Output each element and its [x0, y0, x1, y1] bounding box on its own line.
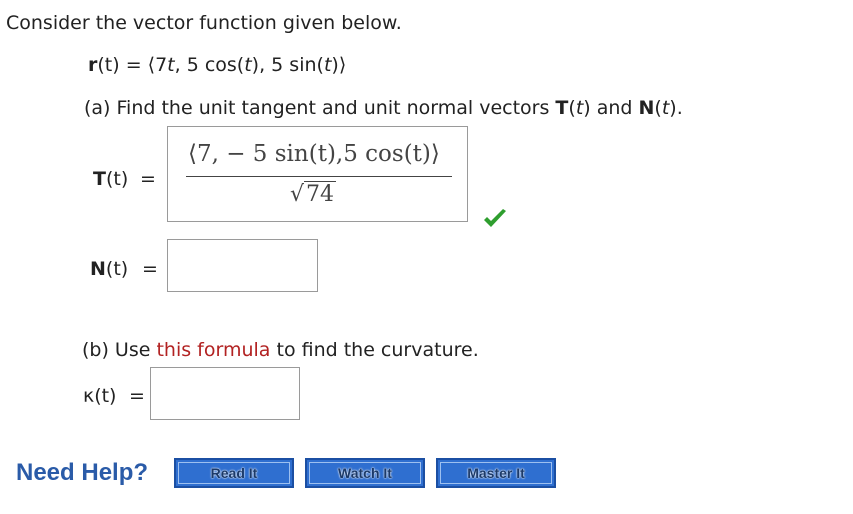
open-bracket: ⟨	[147, 54, 156, 76]
read-it-label: Read It	[178, 462, 290, 484]
sqrt-symbol: √	[290, 182, 305, 207]
kappa-answer-field[interactable]	[150, 367, 300, 420]
intro-text: Consider the vector function given below…	[6, 12, 402, 34]
part-b-text: (b) Use	[82, 339, 157, 361]
r-arg: (t) =	[97, 54, 148, 76]
component-2: , 5 cos(	[174, 54, 245, 76]
need-help-title: Need Help?	[16, 459, 149, 486]
master-it-label: Master It	[440, 462, 552, 484]
denominator-value: 74	[304, 181, 337, 207]
N-label-arg: (t)	[105, 258, 129, 280]
r-symbol: r	[88, 54, 98, 76]
var-t: t	[167, 54, 175, 76]
part-a-and: ) and	[583, 97, 639, 119]
N-label-symbol: N	[90, 258, 106, 280]
part-a-text: (a) Find the unit tangent and unit norma…	[84, 97, 556, 119]
paren: (	[654, 97, 662, 119]
var-t: t	[244, 54, 252, 76]
function-definition: r(t) = ⟨7t, 5 cos(t), 5 sin(t)⟩	[88, 54, 346, 76]
T-label: T(t)	[93, 168, 128, 190]
N-equals: =	[142, 258, 158, 280]
T-label-arg: (t)	[105, 168, 129, 190]
formula-link[interactable]: this formula	[156, 339, 270, 361]
kappa-equals: =	[129, 385, 145, 407]
master-it-button[interactable]: Master It	[436, 458, 556, 488]
watch-it-button[interactable]: Watch It	[305, 458, 425, 488]
T-denominator: √74	[290, 181, 337, 207]
close-bracket: ⟩	[338, 54, 347, 76]
component-1: 7	[155, 54, 168, 76]
part-b-text-end: to find the curvature.	[270, 339, 479, 361]
paren: (	[568, 97, 576, 119]
T-label-symbol: T	[93, 168, 106, 190]
kappa-label: κ(t)	[83, 385, 117, 407]
checkmark-icon	[484, 209, 506, 227]
fraction-bar	[186, 176, 452, 177]
part-a-prompt: (a) Find the unit tangent and unit norma…	[84, 97, 683, 119]
N-answer-field[interactable]	[167, 239, 318, 292]
T-numerator: ⟨7, − 5 sin(t),5 cos(t)⟩	[188, 141, 440, 167]
T-equals: =	[140, 168, 156, 190]
part-b-prompt: (b) Use this formula to find the curvatu…	[82, 339, 479, 361]
read-it-button[interactable]: Read It	[174, 458, 294, 488]
component-3: ), 5 sin(	[251, 54, 324, 76]
watch-it-label: Watch It	[309, 462, 421, 484]
T-symbol: T	[555, 97, 569, 119]
close-paren: )	[331, 54, 339, 76]
paren: ).	[669, 97, 683, 119]
N-label: N(t)	[90, 258, 128, 280]
T-answer-field[interactable]: ⟨7, − 5 sin(t),5 cos(t)⟩ √74	[167, 126, 468, 222]
N-symbol: N	[638, 97, 655, 119]
